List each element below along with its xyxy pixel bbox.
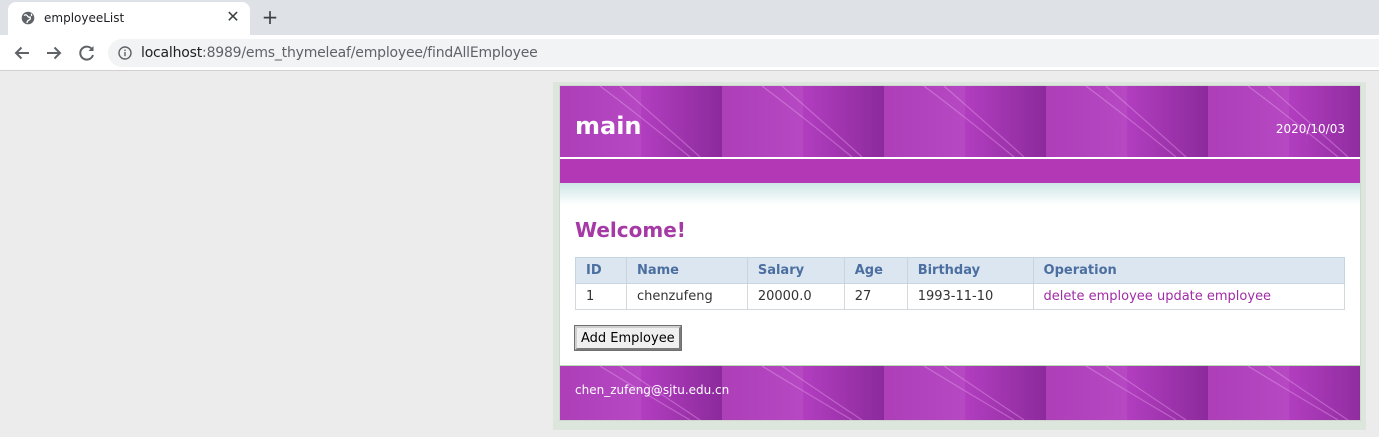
back-arrow-icon[interactable] <box>9 40 35 66</box>
new-tab-icon[interactable]: + <box>259 6 281 28</box>
delete-employee-link[interactable]: delete employee <box>1044 289 1153 304</box>
tab-title: employeeList <box>44 11 125 25</box>
column-header-name: Name <box>625 257 748 284</box>
info-icon[interactable] <box>118 46 132 60</box>
cell-id: 1 <box>575 283 627 310</box>
header-date: 2020/10/03 <box>1275 122 1345 136</box>
url-path: :8989/ems_thymeleaf/employee/findAllEmpl… <box>202 45 538 61</box>
table-row: 1 chenzufeng 20000.0 27 1993-11-10 delet… <box>575 283 1346 310</box>
header-banner: main 2020/10/03 <box>560 86 1360 157</box>
add-employee-button[interactable]: Add Employee <box>574 325 682 351</box>
address-bar[interactable]: localhost:8989/ems_thymeleaf/employee/fi… <box>108 39 1379 67</box>
close-tab-icon[interactable]: ✕ <box>224 9 242 27</box>
page-shadow: main 2020/10/03 Welcome! ID Name Salary … <box>553 82 1366 430</box>
banner-swirl-pattern <box>560 86 1349 157</box>
footer-email: chen_zufeng@sjtu.edu.cn <box>575 383 730 397</box>
browser-toolbar: localhost:8989/ems_thymeleaf/employee/fi… <box>0 35 1379 71</box>
column-header-id: ID <box>575 257 627 284</box>
table-header-row: ID Name Salary Age Birthday Operation <box>575 257 1346 284</box>
cell-age: 27 <box>843 283 908 310</box>
reload-icon[interactable] <box>74 40 100 66</box>
globe-icon <box>21 11 35 25</box>
welcome-heading: Welcome! <box>575 218 686 242</box>
page-title: main <box>575 112 642 140</box>
footer-banner: chen_zufeng@sjtu.edu.cn <box>560 365 1360 420</box>
browser-tab[interactable]: employeeList ✕ <box>8 2 250 35</box>
page-container: main 2020/10/03 Welcome! ID Name Salary … <box>559 85 1361 421</box>
column-header-age: Age <box>843 257 908 284</box>
tab-strip: employeeList ✕ + <box>0 0 1379 35</box>
forward-arrow-icon[interactable] <box>41 40 67 66</box>
nav-shade <box>560 183 1360 205</box>
column-header-birthday: Birthday <box>906 257 1034 284</box>
cell-operation: delete employee update employee <box>1032 283 1346 310</box>
url-text: localhost:8989/ems_thymeleaf/employee/fi… <box>141 45 538 61</box>
update-employee-link[interactable]: update employee <box>1157 289 1271 304</box>
column-header-salary: Salary <box>746 257 845 284</box>
cell-name: chenzufeng <box>625 283 748 310</box>
employee-table: ID Name Salary Age Birthday Operation 1 … <box>575 257 1346 310</box>
cell-birthday: 1993-11-10 <box>906 283 1034 310</box>
url-host: localhost <box>141 45 203 61</box>
cell-salary: 20000.0 <box>746 283 845 310</box>
column-header-operation: Operation <box>1032 257 1346 284</box>
nav-bar <box>560 158 1360 183</box>
